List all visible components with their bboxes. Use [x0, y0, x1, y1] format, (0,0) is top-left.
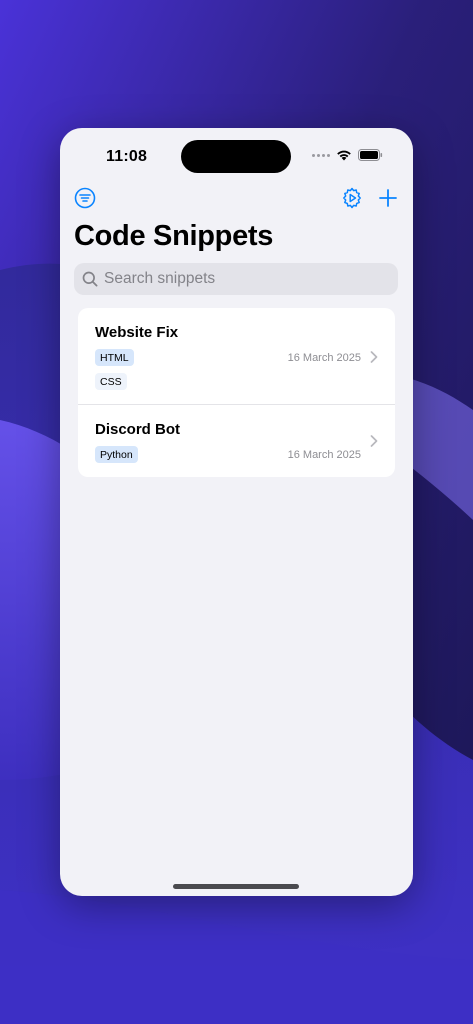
snippet-title: Discord Bot — [95, 421, 181, 438]
cellular-signal-icon — [312, 153, 330, 157]
status-bar: 11:08 — [60, 128, 413, 186]
battery-icon — [358, 149, 383, 161]
wifi-icon — [337, 150, 351, 161]
search-input[interactable] — [104, 270, 384, 288]
filter-circle-icon — [74, 187, 96, 209]
chevron-right-icon — [370, 435, 378, 447]
snippet-row-website-fix[interactable]: Website Fix HTML CSS 16 March 2025 — [78, 308, 395, 405]
tag-badge: Python — [95, 446, 138, 463]
toolbar — [60, 184, 413, 214]
filter-button[interactable] — [71, 184, 99, 212]
home-indicator[interactable] — [173, 884, 299, 889]
settings-button[interactable] — [338, 184, 366, 212]
page-title: Code Snippets — [74, 220, 274, 252]
add-snippet-button[interactable] — [374, 184, 402, 212]
plus-icon — [379, 189, 397, 207]
snippet-date: 16 March 2025 — [287, 449, 361, 461]
snippet-date: 16 March 2025 — [287, 352, 361, 364]
snippet-row-discord-bot[interactable]: Discord Bot Python 16 March 2025 — [78, 405, 395, 477]
status-time: 11:08 — [106, 148, 148, 165]
search-bar[interactable] — [74, 263, 398, 295]
chevron-right-icon — [370, 351, 378, 363]
snippet-title: Website Fix — [95, 324, 179, 341]
app-window: 11:08 Code Snippets Search snippets Webs… — [60, 128, 413, 896]
dynamic-island — [181, 140, 291, 173]
search-icon — [82, 271, 98, 287]
gear-play-icon — [343, 187, 361, 209]
tag-badge: HTML — [95, 349, 134, 366]
snippet-list: Website Fix HTML CSS 16 March 2025 Disco… — [78, 308, 395, 477]
tag-badge: CSS — [95, 373, 127, 390]
status-icons — [312, 149, 383, 161]
